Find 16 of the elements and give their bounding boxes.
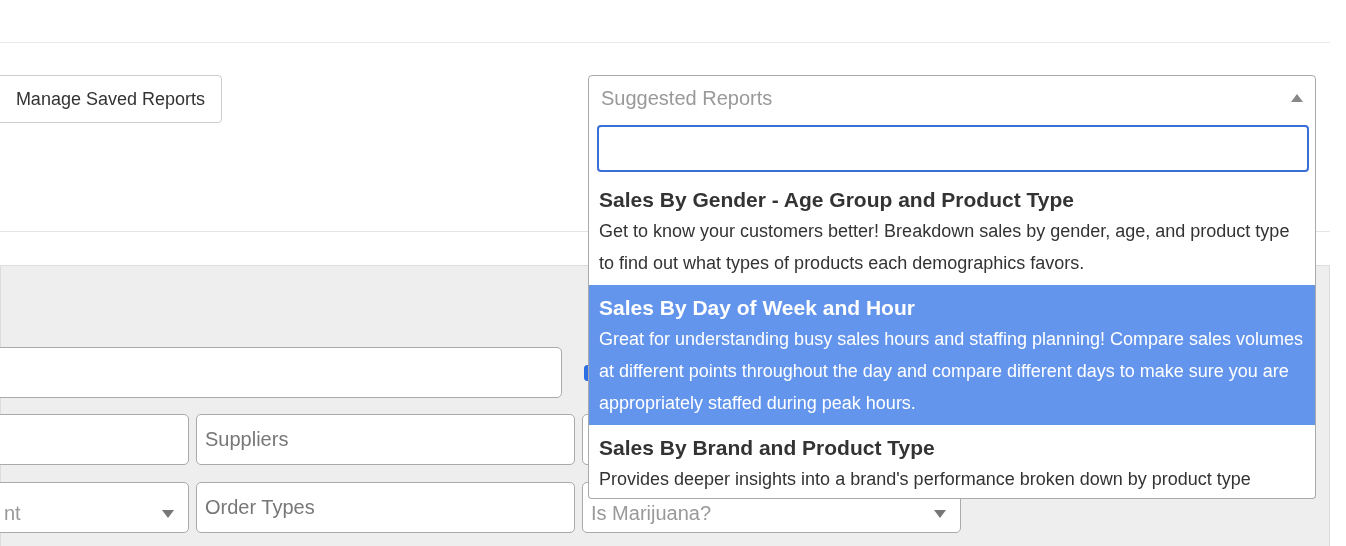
caret-icon bbox=[162, 509, 174, 518]
report-option[interactable]: Sales By Gender - Age Group and Product Type Get to know your customers better! Breakdown sales by gender, age, and product type to find out what types of products each demographics favors. bbox=[589, 177, 1315, 285]
search-field[interactable] bbox=[597, 125, 1309, 172]
input-field[interactable]: Order Types bbox=[196, 482, 575, 533]
option-description: Get to know your customers better! Breakdown sales by gender, age, and product type to find out what types of products each demographics favors. bbox=[599, 220, 1291, 275]
option-title: Sales By Brand and Product Type bbox=[599, 435, 936, 461]
input-field[interactable] bbox=[0, 414, 189, 465]
manage-saved-reports-button[interactable]: Manage Saved Reports bbox=[0, 75, 222, 123]
input-field[interactable]: Suppliers bbox=[196, 414, 575, 465]
option-title: Sales By Day of Week and Hour bbox=[599, 295, 916, 321]
caret-icon bbox=[1291, 94, 1303, 102]
option-description: Great for understanding busy sales hours and staffing planning! Compare sales volumes at different points throughout the day and compare different days to make sure you are appropriately staffed during peak hours. bbox=[599, 328, 1305, 415]
report-option[interactable] bbox=[589, 285, 1315, 425]
input-field[interactable] bbox=[0, 347, 562, 398]
option-title: Sales By Gender - Age Group and Product Type bbox=[599, 187, 1075, 213]
caret-icon bbox=[934, 509, 946, 518]
